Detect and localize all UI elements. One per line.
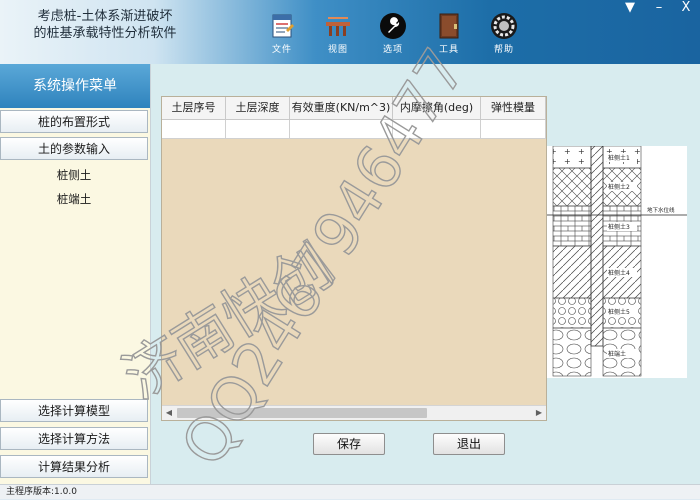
toolbar-file-button[interactable]: 文件 [262,12,302,58]
table-row[interactable] [162,120,546,139]
sidebar-item-pile-end-soil[interactable]: 桩端土 [0,191,148,207]
water-table-label: 地下水位线 [647,206,675,214]
main-panel: 土层序号 土层深度 有效重度(KN/m^3) 内摩擦角(deg) 弹性模量 ◀ … [151,64,700,484]
file-icon [272,14,294,38]
select-method-button[interactable]: 选择计算方法 [0,427,148,450]
close-button[interactable]: X [675,0,697,16]
grid-cell[interactable] [481,120,546,138]
layer-label-5: 桩侧土5 [608,308,630,316]
grid-col-elastic-modulus[interactable]: 弹性模量 [481,97,546,119]
book-icon [439,13,459,39]
soil-profile-diagram: + [547,146,687,378]
soil-params-button[interactable]: 土的参数输入 [0,137,148,160]
grid-col-depth[interactable]: 土层深度 [226,97,290,119]
grid-cell[interactable] [290,120,393,138]
toolbar-help-button[interactable]: 帮助 [484,12,524,58]
toolbar-view-button[interactable]: 视图 [318,12,358,58]
exit-button[interactable]: 退出 [433,433,505,455]
scroll-left-icon[interactable]: ◀ [162,406,176,420]
app-title: 考虑桩-土体系渐进破坏 的桩基承载特性分析软件 [10,8,200,42]
layer-label-3: 桩侧土3 [608,223,630,231]
toolbar-view-label: 视图 [327,45,348,55]
toolbar-help-label: 帮助 [493,45,514,55]
sidebar: 系统操作菜单 桩的布置形式 土的参数输入 桩侧土 桩端土 选择计算模型 选择计算… [0,64,151,484]
layer-label-1: 桩侧土1 [608,154,630,162]
layer-label-4: 桩侧土4 [608,269,630,277]
horizontal-scrollbar[interactable]: ◀ ▶ [162,405,546,420]
sidebar-item-pile-side-soil[interactable]: 桩侧土 [0,167,148,183]
version-text: 主程序版本:1.0.0 [6,487,77,497]
grid-cell[interactable] [162,120,226,138]
grid-cell[interactable] [226,120,290,138]
toolbar-tools-button[interactable]: 工具 [429,12,469,58]
select-model-button[interactable]: 选择计算模型 [0,399,148,422]
grid-header: 土层序号 土层深度 有效重度(KN/m^3) 内摩擦角(deg) 弹性模量 [162,97,546,120]
layer-label-end: 桩端土 [608,350,626,358]
app-title-line2: 的桩基承载特性分析软件 [33,26,177,41]
toolbar-file-label: 文件 [271,45,292,55]
grid-col-layer-no[interactable]: 土层序号 [162,97,226,119]
layer-label-2: 桩侧土2 [608,183,630,191]
grid-cell[interactable] [393,120,481,138]
grid-col-friction-angle[interactable]: 内摩擦角(deg) [393,97,481,119]
view-icon [326,17,350,36]
title-bar: 考虑桩-土体系渐进破坏 的桩基承载特性分析软件 文件 视图 选项 工具 帮助 ▼… [0,0,700,64]
save-button[interactable]: 保存 [313,433,385,455]
toolbar-options-button[interactable]: 选项 [373,12,413,58]
help-gear-icon [491,13,517,39]
pile-layout-button[interactable]: 桩的布置形式 [0,110,148,133]
soil-params-grid[interactable]: 土层序号 土层深度 有效重度(KN/m^3) 内摩擦角(deg) 弹性模量 ◀ … [161,96,547,421]
toolbar-options-label: 选项 [382,45,403,55]
wrench-icon [380,13,406,39]
scroll-right-icon[interactable]: ▶ [532,406,546,420]
result-analysis-button[interactable]: 计算结果分析 [0,455,148,478]
toolbar-tools-label: 工具 [438,45,459,55]
sidebar-title: 系统操作菜单 [0,64,150,108]
status-bar: 主程序版本:1.0.0 [0,484,700,499]
app-title-line1: 考虑桩-土体系渐进破坏 [37,9,173,24]
window-menu-button[interactable]: ▼ [619,0,641,16]
minimize-button[interactable]: – [648,0,670,16]
scrollbar-thumb[interactable] [177,408,427,418]
grid-col-unit-weight[interactable]: 有效重度(KN/m^3) [290,97,393,119]
